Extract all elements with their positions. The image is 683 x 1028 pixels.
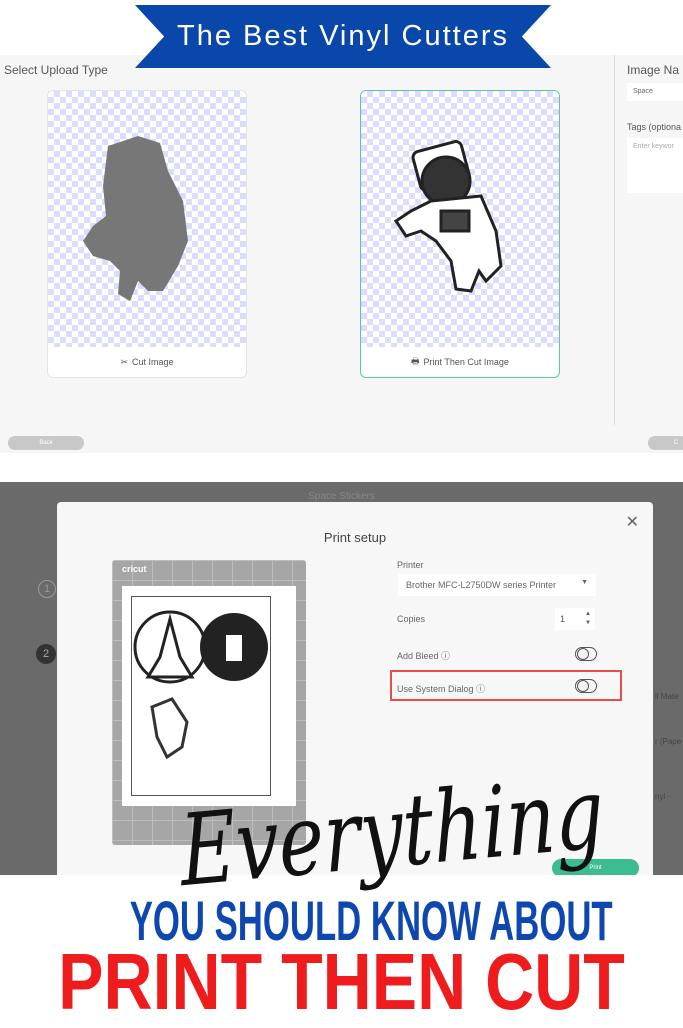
side-fragment: r (Pape [655,737,682,746]
banner-title: The Best Vinyl Cutters [135,5,551,68]
caret-down-icon: ▼ [581,579,588,586]
tags-input[interactable]: Enter keywor [627,138,683,193]
print-then-cut-option[interactable]: 🖶 Print Then Cut Image [360,90,560,378]
step-1: 1 [38,580,56,598]
copies-stepper[interactable]: 1 ▲ ▼ [555,608,595,630]
print-then-cut-preview [361,91,559,347]
cut-image-label: Cut Image [132,357,174,367]
step-2: 2 [36,644,56,664]
scissors-icon: ✂ [120,356,128,367]
print-then-cut-label: Print Then Cut Image [423,357,509,367]
copies-label: Copies [397,614,426,624]
side-fragment: ll Mate [655,692,679,701]
system-dialog-toggle[interactable] [575,679,597,693]
add-bleed-toggle[interactable] [575,647,597,661]
mat-page [122,586,296,806]
printer-label: Printer [397,560,424,570]
headline-line2: PRINT THEN CUT [58,937,625,1026]
side-fragment: nyl - [655,792,671,801]
add-bleed-label: Add Bleed ⓘ [397,651,451,661]
stepper-arrows-icon[interactable]: ▲ ▼ [585,610,591,628]
copies-value: 1 [560,614,566,624]
image-name-label: Image Na [627,63,680,77]
cut-image-preview [48,91,246,347]
printer-select[interactable]: Brother MFC-L2750DW series Printer ▼ [398,574,596,596]
upload-type-screen: Select Upload Type ✂ Cut Image 🖶 Print The… [0,55,683,453]
image-name-input[interactable]: Space [627,83,683,101]
print-area [131,596,271,796]
printer-value: Brother MFC-L2750DW series Printer [406,580,557,590]
mat-brand: cricut [122,564,147,574]
divider [614,55,615,425]
continue-button[interactable]: C [648,436,683,450]
upload-heading: Select Upload Type [4,63,108,77]
close-icon[interactable]: ✕ [626,512,639,532]
cut-image-option[interactable]: ✂ Cut Image [47,90,247,378]
tags-label: Tags (optiona [627,122,682,132]
dialog-title: Print setup [323,530,387,545]
printer-icon: 🖶 [411,356,420,366]
back-button[interactable]: Back [8,436,84,450]
system-dialog-label: Use System Dialog ⓘ [397,684,486,694]
